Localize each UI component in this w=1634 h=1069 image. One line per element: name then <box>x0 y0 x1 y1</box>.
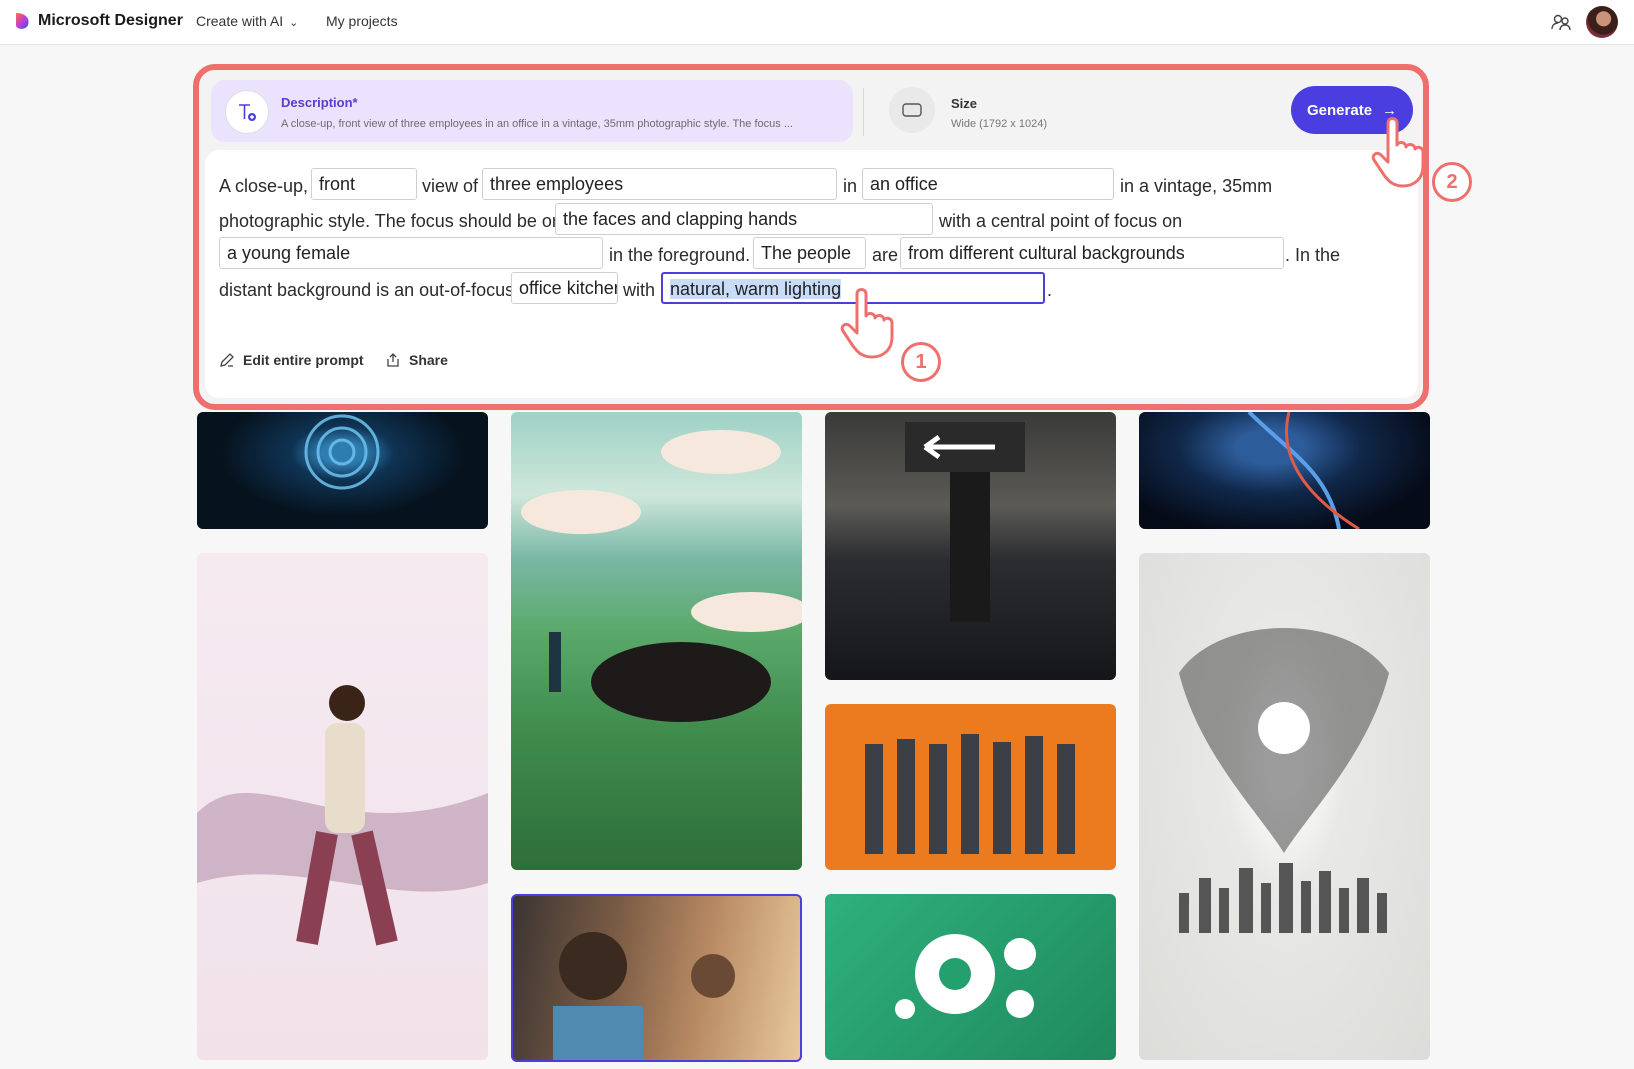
prompt-text: . In the <box>1285 245 1341 265</box>
woman-illustration <box>197 685 488 946</box>
edit-entire-prompt-button[interactable]: Edit entire prompt <box>219 352 364 368</box>
top-nav-bar: Microsoft Designer Create with AI ⌄ My pr… <box>0 0 1634 45</box>
prompt-text: photographic style. The focus should be … <box>219 211 562 231</box>
gallery-image-diverse-group[interactable] <box>825 704 1116 870</box>
gallery-image-clapping-audience[interactable] <box>511 894 802 1062</box>
prompt-text: in <box>843 176 858 196</box>
prompt-slot-background[interactable]: office kitchen <box>511 272 618 304</box>
prompt-text: distant background is an out-of-focus <box>219 280 515 300</box>
description-preview: A close-up, front view of three employee… <box>281 118 793 130</box>
aspect-ratio-icon[interactable] <box>889 87 935 133</box>
gears-illustration <box>895 934 1036 1019</box>
nav-create-with-ai[interactable]: Create with AI ⌄ <box>196 13 298 29</box>
share-label: Share <box>409 352 448 368</box>
share-button[interactable]: Share <box>385 352 448 368</box>
prompt-card: Description* A close-up, front view of t… <box>193 64 1429 410</box>
text-add-icon <box>225 90 269 134</box>
prompt-slot-diversity[interactable]: from different cultural backgrounds <box>900 237 1284 269</box>
prompt-text: are <box>872 245 899 265</box>
user-avatar[interactable] <box>1586 6 1618 38</box>
valley-illustration <box>521 430 802 722</box>
prompt-slot-setting[interactable]: an office <box>862 168 1114 200</box>
flock-illustration <box>1179 628 1389 933</box>
hand-pointer-icon <box>1371 117 1425 188</box>
gallery-image-gears[interactable] <box>825 894 1116 1060</box>
gallery-image-target[interactable] <box>197 412 488 529</box>
prompt-slot-focus[interactable]: the faces and clapping hands <box>555 203 933 235</box>
target-illustration <box>304 414 380 490</box>
chevron-down-icon: ⌄ <box>289 17 299 29</box>
pen-sparkle-icon <box>220 353 234 367</box>
group-illustration <box>865 734 1075 854</box>
description-field[interactable]: Description* A close-up, front view of t… <box>211 80 853 142</box>
step-badge-2: 2 <box>1432 162 1472 202</box>
prompt-text: view of <box>422 176 479 196</box>
description-label: Description* <box>281 95 358 110</box>
generate-label: Generate <box>1307 101 1373 119</box>
size-label[interactable]: Size <box>951 96 977 111</box>
audience-photo <box>553 932 735 1060</box>
gallery-image-valley[interactable] <box>511 412 802 870</box>
divider <box>863 88 864 136</box>
gallery-image-bird-flock[interactable] <box>1139 553 1430 1060</box>
dna-illustration <box>1247 412 1360 529</box>
nav-create-label: Create with AI <box>196 13 284 29</box>
prompt-slot-view[interactable]: front <box>311 168 417 200</box>
prompt-slot-subject[interactable]: three employees <box>482 168 837 200</box>
share-icon <box>387 353 399 367</box>
gallery-image-dna[interactable] <box>1139 412 1430 529</box>
prompt-text: with <box>623 280 656 300</box>
prompt-text: in a vintage, 35mm <box>1120 176 1273 196</box>
prompt-slot-people[interactable]: The people <box>753 237 866 269</box>
prompt-editor: A close-up, front view of three employee… <box>205 150 1418 398</box>
prompt-text: . <box>1047 280 1053 300</box>
prompt-text: with a central point of focus on <box>939 211 1183 231</box>
brand-name[interactable]: Microsoft Designer <box>38 12 183 30</box>
prompt-text: A close-up, <box>219 176 309 196</box>
designer-logo-icon[interactable] <box>12 11 32 31</box>
people-share-icon[interactable] <box>1550 11 1572 33</box>
step-badge-1: 1 <box>901 342 941 382</box>
prompt-slot-central-focus[interactable]: a young female <box>219 237 603 269</box>
gallery-image-lobby[interactable] <box>825 412 1116 680</box>
hand-pointer-icon <box>840 288 894 359</box>
gallery-image-woman-walking[interactable] <box>197 553 488 1060</box>
prompt-text: in the foreground. <box>609 245 751 265</box>
nav-my-projects[interactable]: My projects <box>326 13 398 29</box>
selected-text: natural, warm lighting <box>670 279 842 299</box>
lobby-illustration <box>905 422 1025 622</box>
size-value: Wide (1792 x 1024) <box>951 118 1047 130</box>
edit-entire-prompt-label: Edit entire prompt <box>243 352 364 368</box>
